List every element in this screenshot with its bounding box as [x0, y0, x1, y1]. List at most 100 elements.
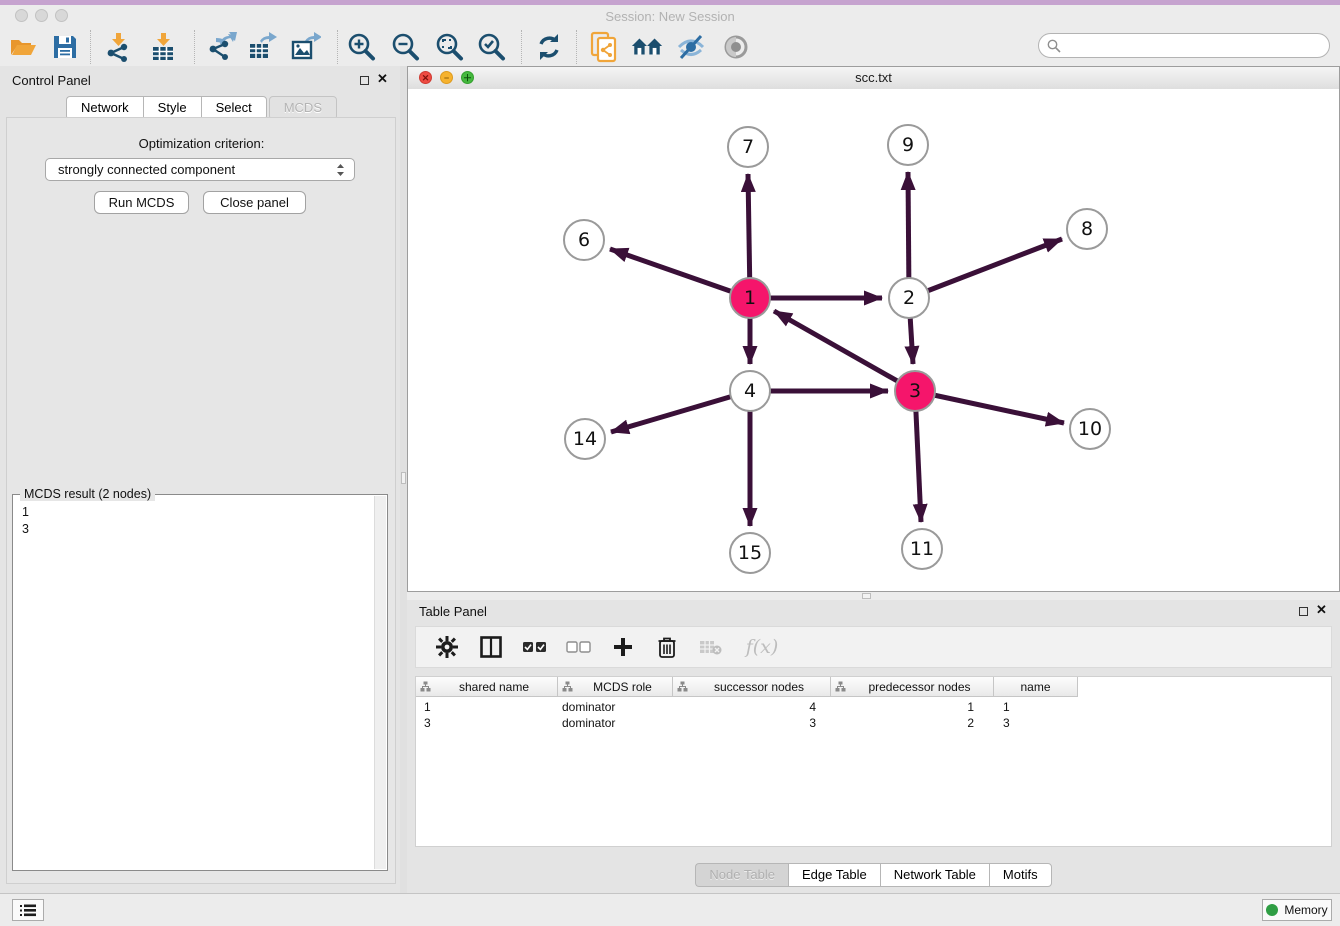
zoom-out-icon[interactable]: [389, 30, 423, 64]
mcds-result-title: MCDS result (2 nodes): [20, 487, 155, 501]
tab-node-table[interactable]: Node Table: [695, 863, 788, 887]
save-session-icon[interactable]: [48, 30, 82, 64]
main-toolbar: [0, 28, 1340, 67]
toolbar-separator: [576, 30, 578, 64]
memory-button[interactable]: Memory: [1262, 899, 1332, 921]
toolbar-separator: [194, 30, 196, 64]
close-panel-icon[interactable]: ✕: [377, 71, 388, 87]
mcds-result-line-1: 1: [22, 504, 29, 521]
import-table-icon[interactable]: [146, 30, 180, 64]
graph-node-3[interactable]: 3: [894, 370, 936, 412]
cell-shared-name: 1: [416, 699, 558, 715]
first-neighbors-icon[interactable]: [630, 30, 664, 64]
column-header-predecessor-nodes[interactable]: predecessor nodes: [831, 677, 994, 697]
table-row[interactable]: 3 dominator 3 2 3: [416, 715, 1078, 731]
graph-node-14[interactable]: 14: [564, 418, 606, 460]
graph-node-11[interactable]: 11: [901, 528, 943, 570]
column-header-successor-nodes[interactable]: successor nodes: [673, 677, 831, 697]
criterion-value: strongly connected component: [58, 162, 235, 177]
table-panel-tabs: Node Table Edge Table Network Table Moti…: [407, 863, 1340, 887]
tab-edge-table[interactable]: Edge Table: [788, 863, 880, 887]
import-network-icon[interactable]: [101, 30, 135, 64]
node-table: shared name MCDS role successor nodes pr…: [415, 676, 1332, 847]
select-all-columns-icon[interactable]: [522, 634, 548, 660]
run-mcds-button[interactable]: Run MCDS: [94, 191, 189, 214]
control-panel: Control Panel ✕ Network Style Select MCD…: [0, 66, 403, 893]
column-settings-gear-icon[interactable]: [434, 634, 460, 660]
toolbar-separator: [337, 30, 339, 64]
create-column-plus-icon[interactable]: [610, 634, 636, 660]
network-window-titlebar[interactable]: ✕ − ＋ scc.txt: [408, 67, 1339, 90]
column-header-name[interactable]: name: [994, 677, 1078, 697]
toolbar-separator: [521, 30, 523, 64]
sort-icon: [677, 681, 688, 692]
function-builder-icon: f(x): [742, 634, 782, 660]
criterion-select[interactable]: strongly connected component: [45, 158, 355, 181]
close-panel-button[interactable]: Close panel: [203, 191, 306, 214]
export-table-icon[interactable]: [245, 30, 279, 64]
clone-network-icon[interactable]: [587, 30, 621, 64]
zoom-fit-icon[interactable]: [433, 30, 467, 64]
export-image-icon[interactable]: [288, 30, 322, 64]
result-scrollbar[interactable]: [374, 496, 386, 869]
float-table-panel-icon[interactable]: [1299, 607, 1308, 616]
sort-icon: [835, 681, 846, 692]
delete-column-trash-icon[interactable]: [654, 634, 680, 660]
cell-name: 1: [994, 699, 1078, 715]
refresh-icon[interactable]: [532, 30, 566, 64]
graph-node-2[interactable]: 2: [888, 277, 930, 319]
toolbar-separator: [90, 30, 92, 64]
column-header-shared-name[interactable]: shared name: [416, 677, 558, 697]
sort-icon: [420, 681, 431, 692]
export-network-icon[interactable]: [205, 30, 239, 64]
task-history-button[interactable]: [12, 899, 44, 921]
graph-node-4[interactable]: 4: [729, 370, 771, 412]
control-panel-tabs: Network Style Select MCDS: [0, 96, 403, 118]
cell-successor-nodes: 3: [673, 715, 831, 731]
memory-label: Memory: [1284, 903, 1327, 917]
search-input[interactable]: [1061, 38, 1315, 54]
search-field[interactable]: [1038, 33, 1330, 58]
hide-selected-eye-icon[interactable]: [674, 30, 708, 64]
show-column-panel-icon[interactable]: [478, 634, 504, 660]
cell-mcds-role: dominator: [558, 699, 673, 715]
titlebar: Session: New Session: [0, 5, 1340, 28]
table-row[interactable]: 1 dominator 4 1 1: [416, 699, 1078, 715]
network-window-title: scc.txt: [408, 70, 1339, 85]
zoom-selected-icon[interactable]: [475, 30, 509, 64]
open-session-icon[interactable]: [6, 30, 40, 64]
graph-node-8[interactable]: 8: [1066, 208, 1108, 250]
horizontal-split-grip[interactable]: [862, 593, 871, 599]
tab-motifs[interactable]: Motifs: [989, 863, 1052, 887]
task-list-icon: [20, 904, 36, 917]
vertical-split-grip[interactable]: [401, 472, 406, 484]
graph-node-7[interactable]: 7: [727, 126, 769, 168]
network-canvas[interactable]: 1 2 3 4 6 7 8 9 10 11 14 15: [408, 89, 1339, 591]
deselect-all-columns-icon[interactable]: [566, 634, 592, 660]
zoom-in-icon[interactable]: [345, 30, 379, 64]
mcds-result-box: [12, 494, 388, 871]
node-table-header: shared name MCDS role successor nodes pr…: [416, 677, 1078, 697]
graph-node-10[interactable]: 10: [1069, 408, 1111, 450]
float-panel-icon[interactable]: [360, 76, 369, 85]
select-chevrons-icon: [336, 163, 345, 177]
table-panel-title: Table Panel: [419, 604, 487, 619]
graph-node-9[interactable]: 9: [887, 124, 929, 166]
column-header-mcds-role[interactable]: MCDS role: [558, 677, 673, 697]
graph-node-1[interactable]: 1: [729, 277, 771, 319]
graph-node-15[interactable]: 15: [729, 532, 771, 574]
application-window: Session: New Session: [0, 0, 1340, 926]
cell-successor-nodes: 4: [673, 699, 831, 715]
control-panel-title: Control Panel: [12, 73, 91, 88]
tab-network-table[interactable]: Network Table: [880, 863, 989, 887]
graph-node-6[interactable]: 6: [563, 219, 605, 261]
status-bar: Memory: [0, 893, 1340, 926]
show-all-eye-icon[interactable]: [719, 30, 753, 64]
table-panel: Table Panel ✕: [407, 600, 1340, 893]
cell-predecessor-nodes: 2: [831, 715, 994, 731]
table-toolbar: f(x): [415, 626, 1332, 668]
memory-status-dot: [1266, 904, 1278, 916]
close-table-panel-icon[interactable]: ✕: [1316, 602, 1327, 618]
search-icon: [1047, 39, 1061, 53]
optimization-criterion-label: Optimization criterion:: [0, 136, 403, 151]
